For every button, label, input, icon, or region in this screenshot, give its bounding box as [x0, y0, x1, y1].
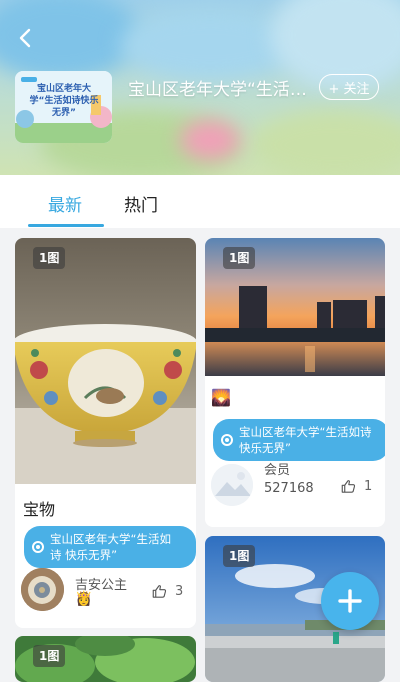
group-header: 宝山区老年大学“生活如诗快乐无界” 宝山区老年大学“生活如诗 快乐无界” + 关… — [0, 0, 400, 175]
post-emoji: 🌄 — [211, 388, 231, 407]
like-button[interactable]: 1 — [341, 479, 372, 494]
image-count-badge: 1图 — [33, 247, 66, 269]
post-card[interactable]: 1图 🌄 宝山区老年大学“生活如诗 快乐无界” 会员527168 1 — [205, 238, 385, 527]
topic-icon — [221, 434, 233, 446]
group-cover-image: 宝山区老年大学“生活如诗快乐无界” — [15, 71, 112, 143]
group-title: 宝山区老年大学“生活如诗 快乐无界” — [128, 80, 310, 100]
author-name[interactable]: 会员527168 — [264, 462, 322, 498]
plus-icon — [338, 589, 362, 613]
back-icon[interactable] — [14, 26, 38, 50]
avatar[interactable] — [21, 568, 64, 611]
tab-underline — [28, 224, 104, 227]
post-card[interactable]: 1图 宝物 宝山区老年大学“生活如诗 快乐无界” 吉安公主 👸 3 — [15, 238, 196, 628]
avatar[interactable] — [211, 464, 253, 506]
topic-label: 宝山区老年大学“生活如诗 快乐无界” — [239, 425, 372, 455]
topic-tag[interactable]: 宝山区老年大学“生活如诗 快乐无界” — [213, 419, 385, 461]
tab-latest[interactable]: 最新 — [48, 191, 82, 216]
post-card[interactable]: 1图 — [15, 636, 196, 682]
post-title: 宝物 — [23, 500, 56, 519]
follow-button[interactable]: + 关注 — [319, 74, 379, 100]
like-count: 3 — [175, 584, 184, 599]
image-count-badge: 1图 — [223, 247, 256, 269]
image-count-badge: 1图 — [223, 545, 256, 567]
create-post-button[interactable] — [321, 572, 379, 630]
thumbs-up-icon — [152, 585, 167, 598]
tab-bar: 最新 热门 — [0, 175, 400, 228]
topic-tag[interactable]: 宝山区老年大学“生活如诗 快乐无界” — [24, 526, 196, 568]
cover-text: 宝山区老年大学“生活如诗快乐无界” — [29, 84, 99, 118]
topic-icon — [32, 541, 44, 553]
image-count-badge: 1图 — [33, 645, 66, 667]
thumbs-up-icon — [341, 480, 356, 493]
like-count: 1 — [364, 479, 373, 494]
post-image[interactable] — [15, 238, 196, 484]
tab-hot[interactable]: 热门 — [124, 191, 158, 216]
like-button[interactable]: 3 — [152, 584, 183, 599]
topic-label: 宝山区老年大学“生活如诗 快乐无界” — [50, 532, 171, 562]
author-emoji: 👸 — [75, 591, 93, 607]
